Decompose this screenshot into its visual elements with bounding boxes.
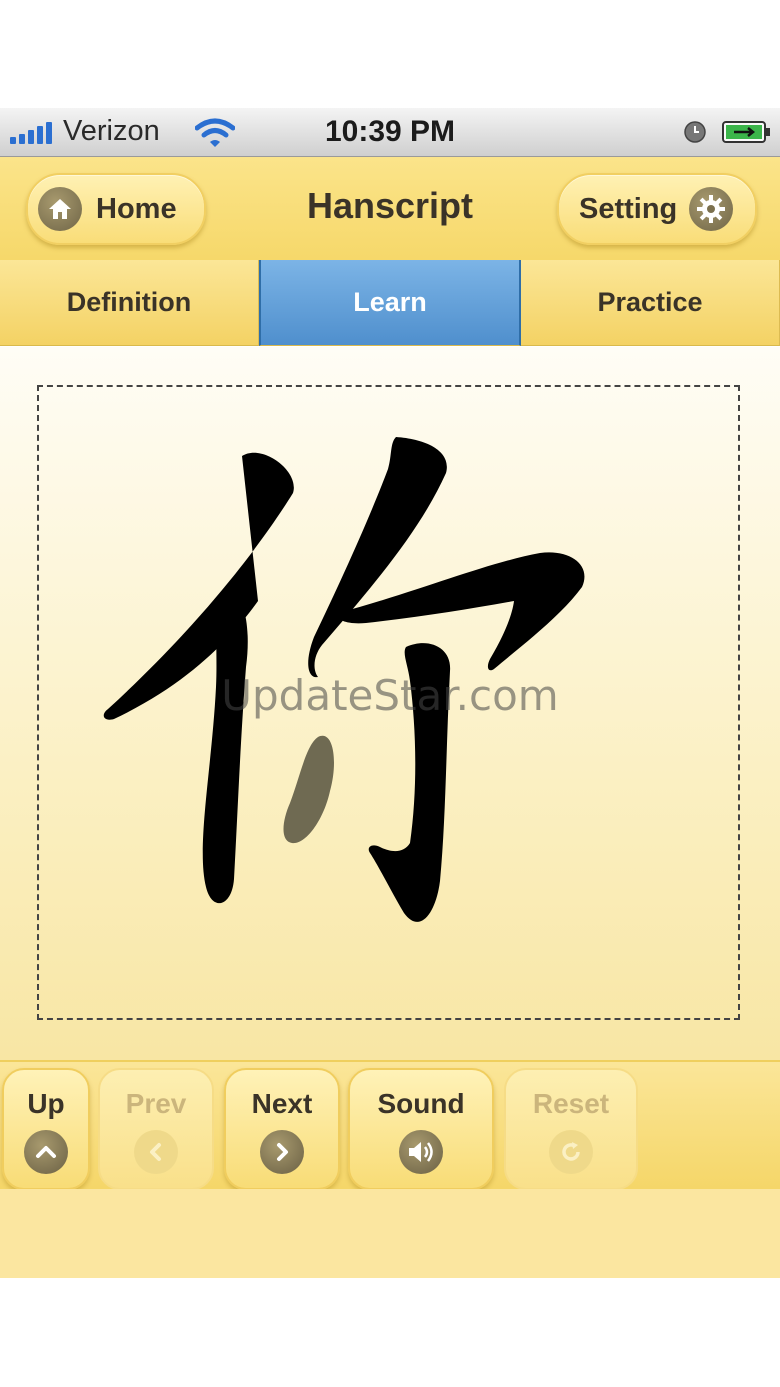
up-button-label: Up — [27, 1088, 65, 1119]
bottom-toolbar: Up Prev Next Sound Reset — [0, 1060, 780, 1191]
status-bar: Verizon 10:39 PM — [0, 108, 780, 157]
sound-button[interactable]: Sound — [348, 1068, 494, 1190]
footer-area — [0, 1189, 780, 1278]
reset-button-label: Reset — [532, 1088, 610, 1119]
gear-icon — [689, 187, 734, 231]
tab-practice[interactable]: Practice — [521, 260, 780, 346]
tab-definition[interactable]: Definition — [0, 260, 259, 346]
chevron-up-icon — [24, 1130, 68, 1174]
next-button-label: Next — [251, 1088, 313, 1119]
chevron-left-icon — [134, 1130, 178, 1174]
next-button[interactable]: Next — [224, 1068, 340, 1190]
speaker-icon — [399, 1130, 443, 1174]
setting-button-label: Setting — [579, 192, 678, 225]
navigation-bar: Home Hanscript Setting — [0, 157, 780, 261]
stroke-top-diagonal — [308, 437, 447, 678]
reset-button[interactable]: Reset — [504, 1068, 638, 1190]
prev-button-label: Prev — [125, 1088, 187, 1119]
prev-button[interactable]: Prev — [98, 1068, 214, 1190]
watermark-text: UpdateStar.com — [221, 671, 559, 720]
up-button[interactable]: Up — [2, 1068, 90, 1190]
alarm-clock-icon — [684, 121, 706, 143]
battery-charging-icon — [722, 121, 770, 143]
reset-icon — [549, 1130, 593, 1174]
setting-button[interactable]: Setting — [557, 173, 757, 245]
stroke-dot — [283, 735, 334, 844]
app-screen: Verizon 10:39 PM Home Hanscript Setting — [0, 108, 780, 1278]
chevron-right-icon — [260, 1130, 304, 1174]
sound-button-label: Sound — [377, 1088, 465, 1119]
status-time: 10:39 PM — [324, 115, 456, 148]
character-view: UpdateStar.com — [0, 347, 780, 1060]
segmented-tabs: Definition Learn Practice — [0, 260, 780, 346]
tab-learn[interactable]: Learn — [259, 260, 521, 346]
